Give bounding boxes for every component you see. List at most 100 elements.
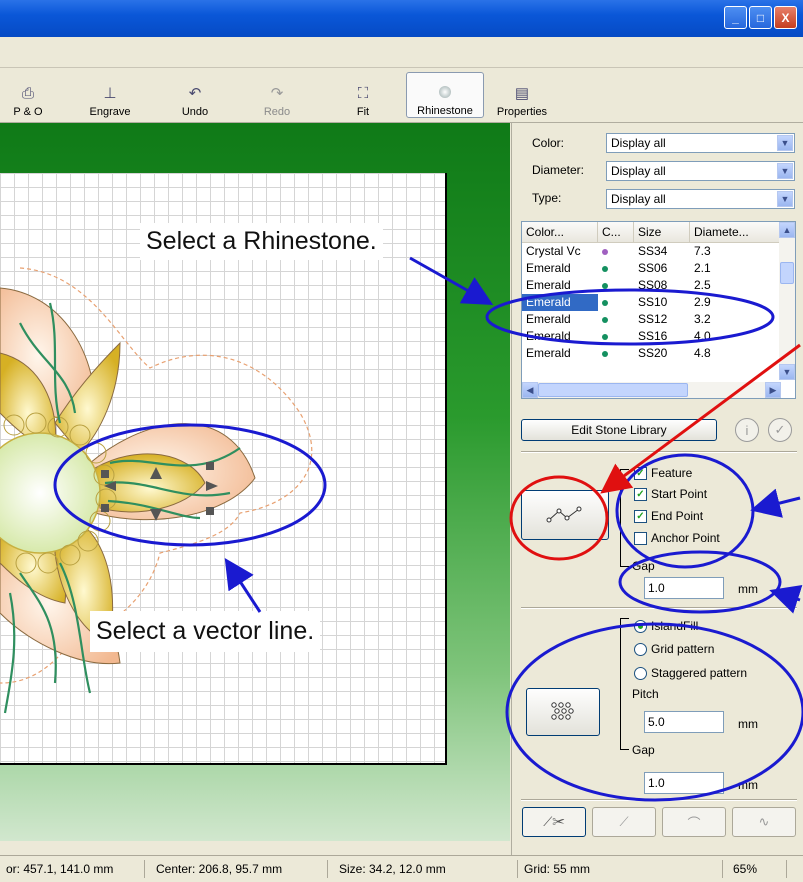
menu-strip: [0, 37, 803, 68]
color-dot-icon: [602, 266, 608, 272]
scroll-right-icon[interactable]: ▶: [765, 382, 781, 398]
line-rhinestone-button[interactable]: [521, 490, 609, 540]
line-tool-3-button[interactable]: ⌒: [662, 807, 726, 837]
type-filter-label: Type:: [532, 191, 562, 205]
selection-size: Size: 34.2, 12.0 mm: [333, 860, 518, 878]
scroll-up-icon[interactable]: ▲: [779, 222, 795, 238]
bracket: [620, 735, 629, 750]
cell-color-swatch: [598, 277, 634, 294]
color-filter-value: Display all: [611, 136, 666, 150]
stone-list-horizontal-scrollbar[interactable]: ◀ ▶: [522, 382, 781, 398]
table-row[interactable]: Crystal Vc SS34 7.3: [522, 243, 795, 260]
scroll-down-icon[interactable]: ▼: [779, 364, 795, 380]
feature-label: Feature: [651, 466, 693, 480]
cell-color-swatch: [598, 311, 634, 328]
fill-stones-icon: [551, 702, 574, 720]
cell-diameter: 4.0: [694, 329, 711, 343]
end-point-checkbox[interactable]: ✓ End Point: [634, 509, 703, 523]
cell-color: Emerald: [526, 312, 571, 326]
engrave-button[interactable]: ⊥ Engrave: [82, 72, 138, 118]
redo-button[interactable]: ↷ Redo: [253, 72, 301, 118]
minimize-icon: _: [732, 10, 739, 25]
p-and-o-button[interactable]: ⎙ P & O: [4, 72, 52, 119]
start-point-checkbox[interactable]: ✓ Start Point: [634, 487, 707, 501]
maximize-button[interactable]: □: [749, 6, 772, 29]
color-dot-icon: [602, 334, 608, 340]
table-row[interactable]: Emerald SS20 4.8: [522, 345, 795, 362]
line-tool-2-button[interactable]: ⟋: [592, 807, 656, 837]
line-gap-input[interactable]: 1.0: [644, 577, 724, 599]
zoom-level: 65%: [727, 860, 787, 878]
rhinestone-button[interactable]: Rhinestone: [406, 72, 484, 118]
cell-color: Emerald: [526, 261, 571, 275]
island-fill-radio[interactable]: IslandFill: [634, 619, 698, 633]
scroll-left-icon[interactable]: ◀: [522, 382, 538, 398]
feature-checkbox[interactable]: ✓ Feature: [634, 466, 692, 480]
select-vector-callout: Select a vector line.: [90, 611, 321, 652]
cell-color-swatch: [598, 294, 634, 311]
cell-color: Emerald: [526, 329, 571, 343]
cell-size: SS10: [638, 295, 668, 309]
cell-color: Emerald: [522, 294, 598, 311]
table-row[interactable]: Emerald SS08 2.5: [522, 277, 795, 294]
close-button[interactable]: X: [774, 6, 797, 29]
fit-button[interactable]: ⛶ Fit: [340, 72, 386, 119]
table-row[interactable]: Emerald SS16 4.0: [522, 328, 795, 345]
color-dot-icon: [602, 317, 608, 323]
split-line-button[interactable]: ⟋✂: [522, 807, 586, 837]
redo-label: Redo: [263, 106, 291, 118]
radio-selected-icon: [634, 619, 647, 633]
color-filter-select[interactable]: Display all ▼: [606, 133, 795, 153]
checkbox-checked-icon: ✓: [634, 487, 647, 501]
scroll-thumb[interactable]: [780, 262, 794, 284]
properties-icon: ▤: [514, 85, 530, 102]
canvas-horizontal-scrollbar[interactable]: [0, 841, 510, 855]
cell-color-swatch: [598, 328, 634, 345]
cell-size: SS12: [638, 312, 668, 326]
color-filter-label: Color:: [532, 136, 565, 150]
fill-gap-input[interactable]: 1.0: [644, 772, 724, 794]
edit-stone-library-button[interactable]: Edit Stone Library: [521, 419, 717, 441]
staggered-pattern-label: Staggered pattern: [651, 666, 748, 680]
undo-button[interactable]: ↶ Undo: [170, 72, 220, 118]
island-fill-label: IslandFill: [651, 619, 699, 633]
stone-list-vertical-scrollbar[interactable]: ▲ ▼: [779, 222, 795, 380]
minimize-button[interactable]: _: [724, 6, 747, 29]
staggered-pattern-radio[interactable]: Staggered pattern: [634, 666, 747, 680]
table-row[interactable]: Emerald SS06 2.1: [522, 260, 795, 277]
center-position: Center: 206.8, 95.7 mm: [150, 860, 328, 878]
separator: [521, 451, 797, 453]
column-header-size[interactable]: Size: [634, 222, 690, 242]
stone-list[interactable]: Color... C... Size Diamete... Crystal Vc…: [521, 221, 796, 399]
column-header-diameter[interactable]: Diamete...: [690, 222, 780, 242]
curve-line-icon: ⌒: [687, 815, 701, 831]
table-row[interactable]: Emerald SS10 2.9: [522, 294, 795, 311]
checkbox-unchecked-icon: [634, 531, 647, 545]
engrave-icon: ⊥: [103, 85, 117, 102]
type-filter-select[interactable]: Display all ▼: [606, 189, 795, 209]
separator: [521, 799, 797, 801]
line-tool-4-button[interactable]: ∿: [732, 807, 796, 837]
diameter-filter-select[interactable]: Display all ▼: [606, 161, 795, 181]
column-header-color[interactable]: Color...: [522, 222, 598, 242]
cell-size: SS08: [638, 278, 668, 292]
chevron-down-icon: ▼: [777, 191, 793, 207]
cell-diameter: 7.3: [694, 244, 711, 258]
check-icon[interactable]: ✓: [768, 418, 792, 442]
status-bar: or: 457.1, 141.0 mm Center: 206.8, 95.7 …: [0, 855, 803, 882]
grid-pattern-radio[interactable]: Grid pattern: [634, 642, 714, 656]
cell-color: Emerald: [526, 278, 571, 292]
pitch-unit: mm: [738, 717, 758, 731]
table-row[interactable]: Emerald SS12 3.2: [522, 311, 795, 328]
color-dot-icon: [602, 300, 608, 306]
properties-button[interactable]: ▤ Properties: [488, 72, 556, 118]
column-header-c[interactable]: C...: [598, 222, 634, 242]
hscroll-thumb[interactable]: [538, 383, 688, 397]
canvas-area[interactable]: Select a Rhinestone. Select a vector lin…: [0, 123, 510, 855]
info-icon[interactable]: i: [735, 418, 759, 442]
anchor-point-checkbox[interactable]: Anchor Point: [634, 531, 720, 545]
redo-icon: ↷: [270, 85, 284, 102]
fill-gap-unit: mm: [738, 778, 758, 792]
pitch-input[interactable]: 5.0: [644, 711, 724, 733]
fill-rhinestone-button[interactable]: [526, 688, 600, 736]
